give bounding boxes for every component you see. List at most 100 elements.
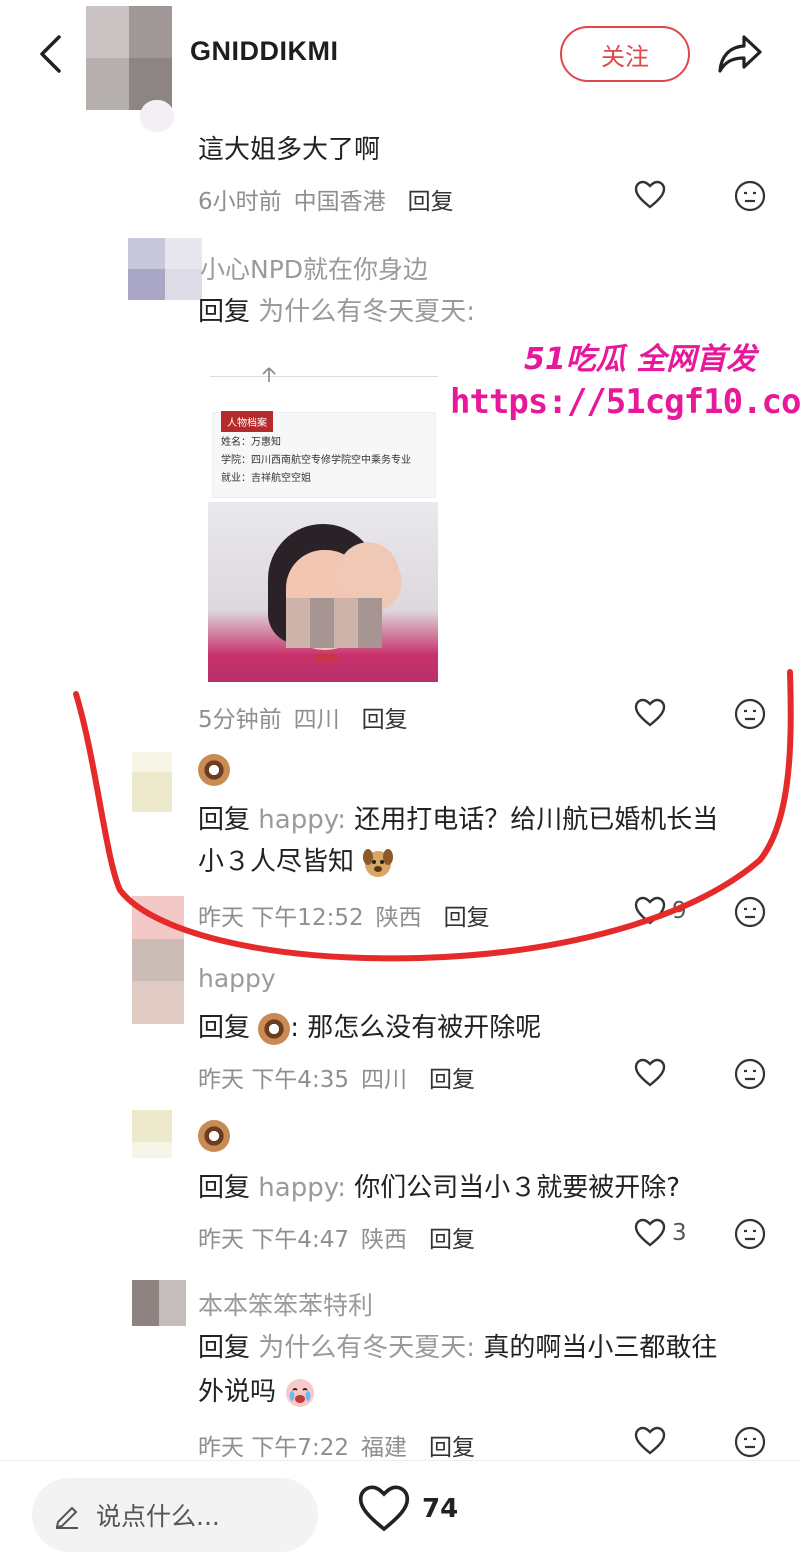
comment-meta: 昨天 下午4:35 四川 回复 [198, 1060, 475, 1094]
chevron-left-icon [40, 35, 61, 73]
comment-text: 回复 : 那怎么没有被开除呢 [198, 1008, 541, 1048]
comment-time: 昨天 下午4:47 [198, 1227, 349, 1253]
reply-target[interactable]: 为什么有冬天夏天: [258, 1333, 475, 1363]
up-arrow-icon [262, 366, 276, 384]
donut-emoji-username[interactable] [198, 754, 230, 786]
reply-target[interactable]: happy: [258, 805, 346, 835]
like-button[interactable] [634, 1426, 666, 1456]
neutral-face-icon [734, 180, 766, 212]
comment-meta: 6小时前 中国香港 回复 [198, 182, 454, 216]
neutral-face-icon [734, 1058, 766, 1090]
reply-target[interactable]: happy: [258, 1173, 346, 1203]
dislike-button[interactable] [734, 698, 766, 734]
crying-face-emoji-icon [286, 1378, 315, 1407]
comment-location: 四川 [360, 1067, 407, 1093]
watermark-brand: 51吃瓜 全网首发 [524, 342, 757, 377]
image-divider [210, 376, 438, 377]
share-button[interactable] [712, 30, 768, 78]
reply-prefix: 回复 [198, 297, 251, 327]
dislike-button[interactable] [734, 1058, 766, 1094]
post-like-button[interactable]: 74 [356, 1484, 458, 1534]
comment-text-continued: 小３人尽皆知 [198, 842, 394, 882]
comment-body: : 那怎么没有被开除呢 [290, 1013, 542, 1043]
like-count: 3 [672, 1220, 687, 1246]
dislike-button[interactable] [734, 180, 766, 216]
reply-button[interactable]: 回复 [444, 898, 490, 932]
neutral-face-icon [734, 698, 766, 730]
comment-text-continued: 外说吗 [198, 1372, 316, 1412]
dislike-button[interactable] [734, 1426, 766, 1462]
like-button[interactable]: 3 [634, 1218, 687, 1248]
comment-time: 昨天 下午12:52 [198, 905, 364, 931]
share-arrow-icon [718, 35, 762, 73]
comment-location: 中国香港 [293, 189, 386, 215]
author-avatar[interactable] [86, 6, 172, 110]
like-count: 9 [672, 898, 687, 924]
comment-text: 回复 happy: 你们公司当小３就要被开除? [198, 1168, 680, 1208]
avatar[interactable] [140, 100, 174, 132]
donut-emoji-username[interactable] [198, 1120, 230, 1152]
avatar[interactable] [132, 896, 184, 1024]
reply-button[interactable]: 回复 [429, 1428, 475, 1462]
comment-text: 回复 happy: 还用打电话？给川航已婚机长当 [198, 800, 718, 840]
follow-button[interactable]: 关注 [560, 26, 690, 82]
like-button[interactable] [634, 698, 666, 728]
reply-prefix: 回复 [198, 1013, 251, 1043]
avatar[interactable] [132, 1110, 172, 1158]
like-button[interactable]: 9 [634, 896, 687, 926]
reply-prefix: 回复 [198, 805, 251, 835]
reply-target[interactable]: 为什么有冬天夏天: [258, 297, 475, 327]
post-like-count: 74 [422, 1494, 459, 1524]
comment-body: 真的啊当小三都敢往 [483, 1333, 718, 1363]
reply-button[interactable]: 回复 [408, 182, 454, 216]
comment-body: 外说吗 [198, 1377, 277, 1407]
comment-text: 這大姐多大了啊 [198, 135, 381, 165]
heart-icon [634, 1218, 666, 1247]
card-tag: 人物档案 [221, 411, 273, 432]
comment-meta: 昨天 下午7:22 福建 回复 [198, 1428, 475, 1462]
dislike-button[interactable] [734, 1218, 766, 1254]
neutral-face-icon [734, 1218, 766, 1250]
comment-meta: 昨天 下午12:52 陕西 回复 [198, 898, 490, 932]
donut-emoji-icon [258, 1012, 291, 1045]
heart-icon [634, 1058, 666, 1087]
comment-username[interactable]: 小心NPD就在你身边 [200, 250, 428, 286]
comment-input-placeholder: 说点什么... [96, 1502, 220, 1531]
comment-time: 5分钟前 [198, 707, 282, 733]
watermark-url: https://51cgf10.com [450, 382, 800, 422]
reply-prefix: 回复 [198, 1333, 251, 1363]
dog-emoji-icon [363, 848, 394, 877]
like-button[interactable] [634, 180, 666, 210]
reply-button[interactable]: 回复 [429, 1220, 475, 1254]
comment-meta: 5分钟前 四川 回复 [198, 700, 408, 734]
heart-icon [634, 1426, 666, 1455]
comment-body: 小３人尽皆知 [198, 847, 355, 877]
reply-button[interactable]: 回复 [362, 700, 408, 734]
author-name[interactable]: GNIDDIKMI [190, 36, 339, 67]
like-button[interactable] [634, 1058, 666, 1088]
comment-username[interactable]: 本本笨笨苯特利 [198, 1286, 373, 1322]
comment-username[interactable]: happy [198, 964, 276, 993]
pencil-icon [55, 1506, 78, 1529]
card-job: 就业：吉祥航空空姐 [221, 473, 311, 484]
dislike-button[interactable] [734, 896, 766, 932]
neutral-face-icon [734, 1426, 766, 1458]
comment-body: 还用打电话？给川航已婚机长当 [354, 805, 719, 835]
comment-image[interactable]: 人物档案 姓名：万惠知 学院：四川西南航空专修学院空中乘务专业 就业：吉祥航空空… [206, 356, 442, 686]
comment-input[interactable]: 说点什么... [32, 1478, 318, 1552]
avatar[interactable] [132, 752, 172, 812]
avatar[interactable] [132, 1280, 186, 1326]
comment-meta: 昨天 下午4:47 陕西 回复 [198, 1220, 475, 1254]
comment-location: 陕西 [360, 1227, 407, 1253]
comment-location: 福建 [360, 1435, 407, 1461]
card-name: 姓名：万惠知 [221, 437, 281, 448]
heart-icon [634, 180, 666, 209]
reply-button[interactable]: 回复 [429, 1060, 475, 1094]
back-button[interactable] [28, 30, 72, 78]
avatar[interactable] [128, 238, 202, 300]
neutral-face-icon [734, 896, 766, 928]
heart-icon [358, 1485, 410, 1532]
portrait-photo [208, 502, 438, 682]
comment-time: 昨天 下午4:35 [198, 1067, 349, 1093]
comment-text: 回复 为什么有冬天夏天: [198, 292, 475, 332]
